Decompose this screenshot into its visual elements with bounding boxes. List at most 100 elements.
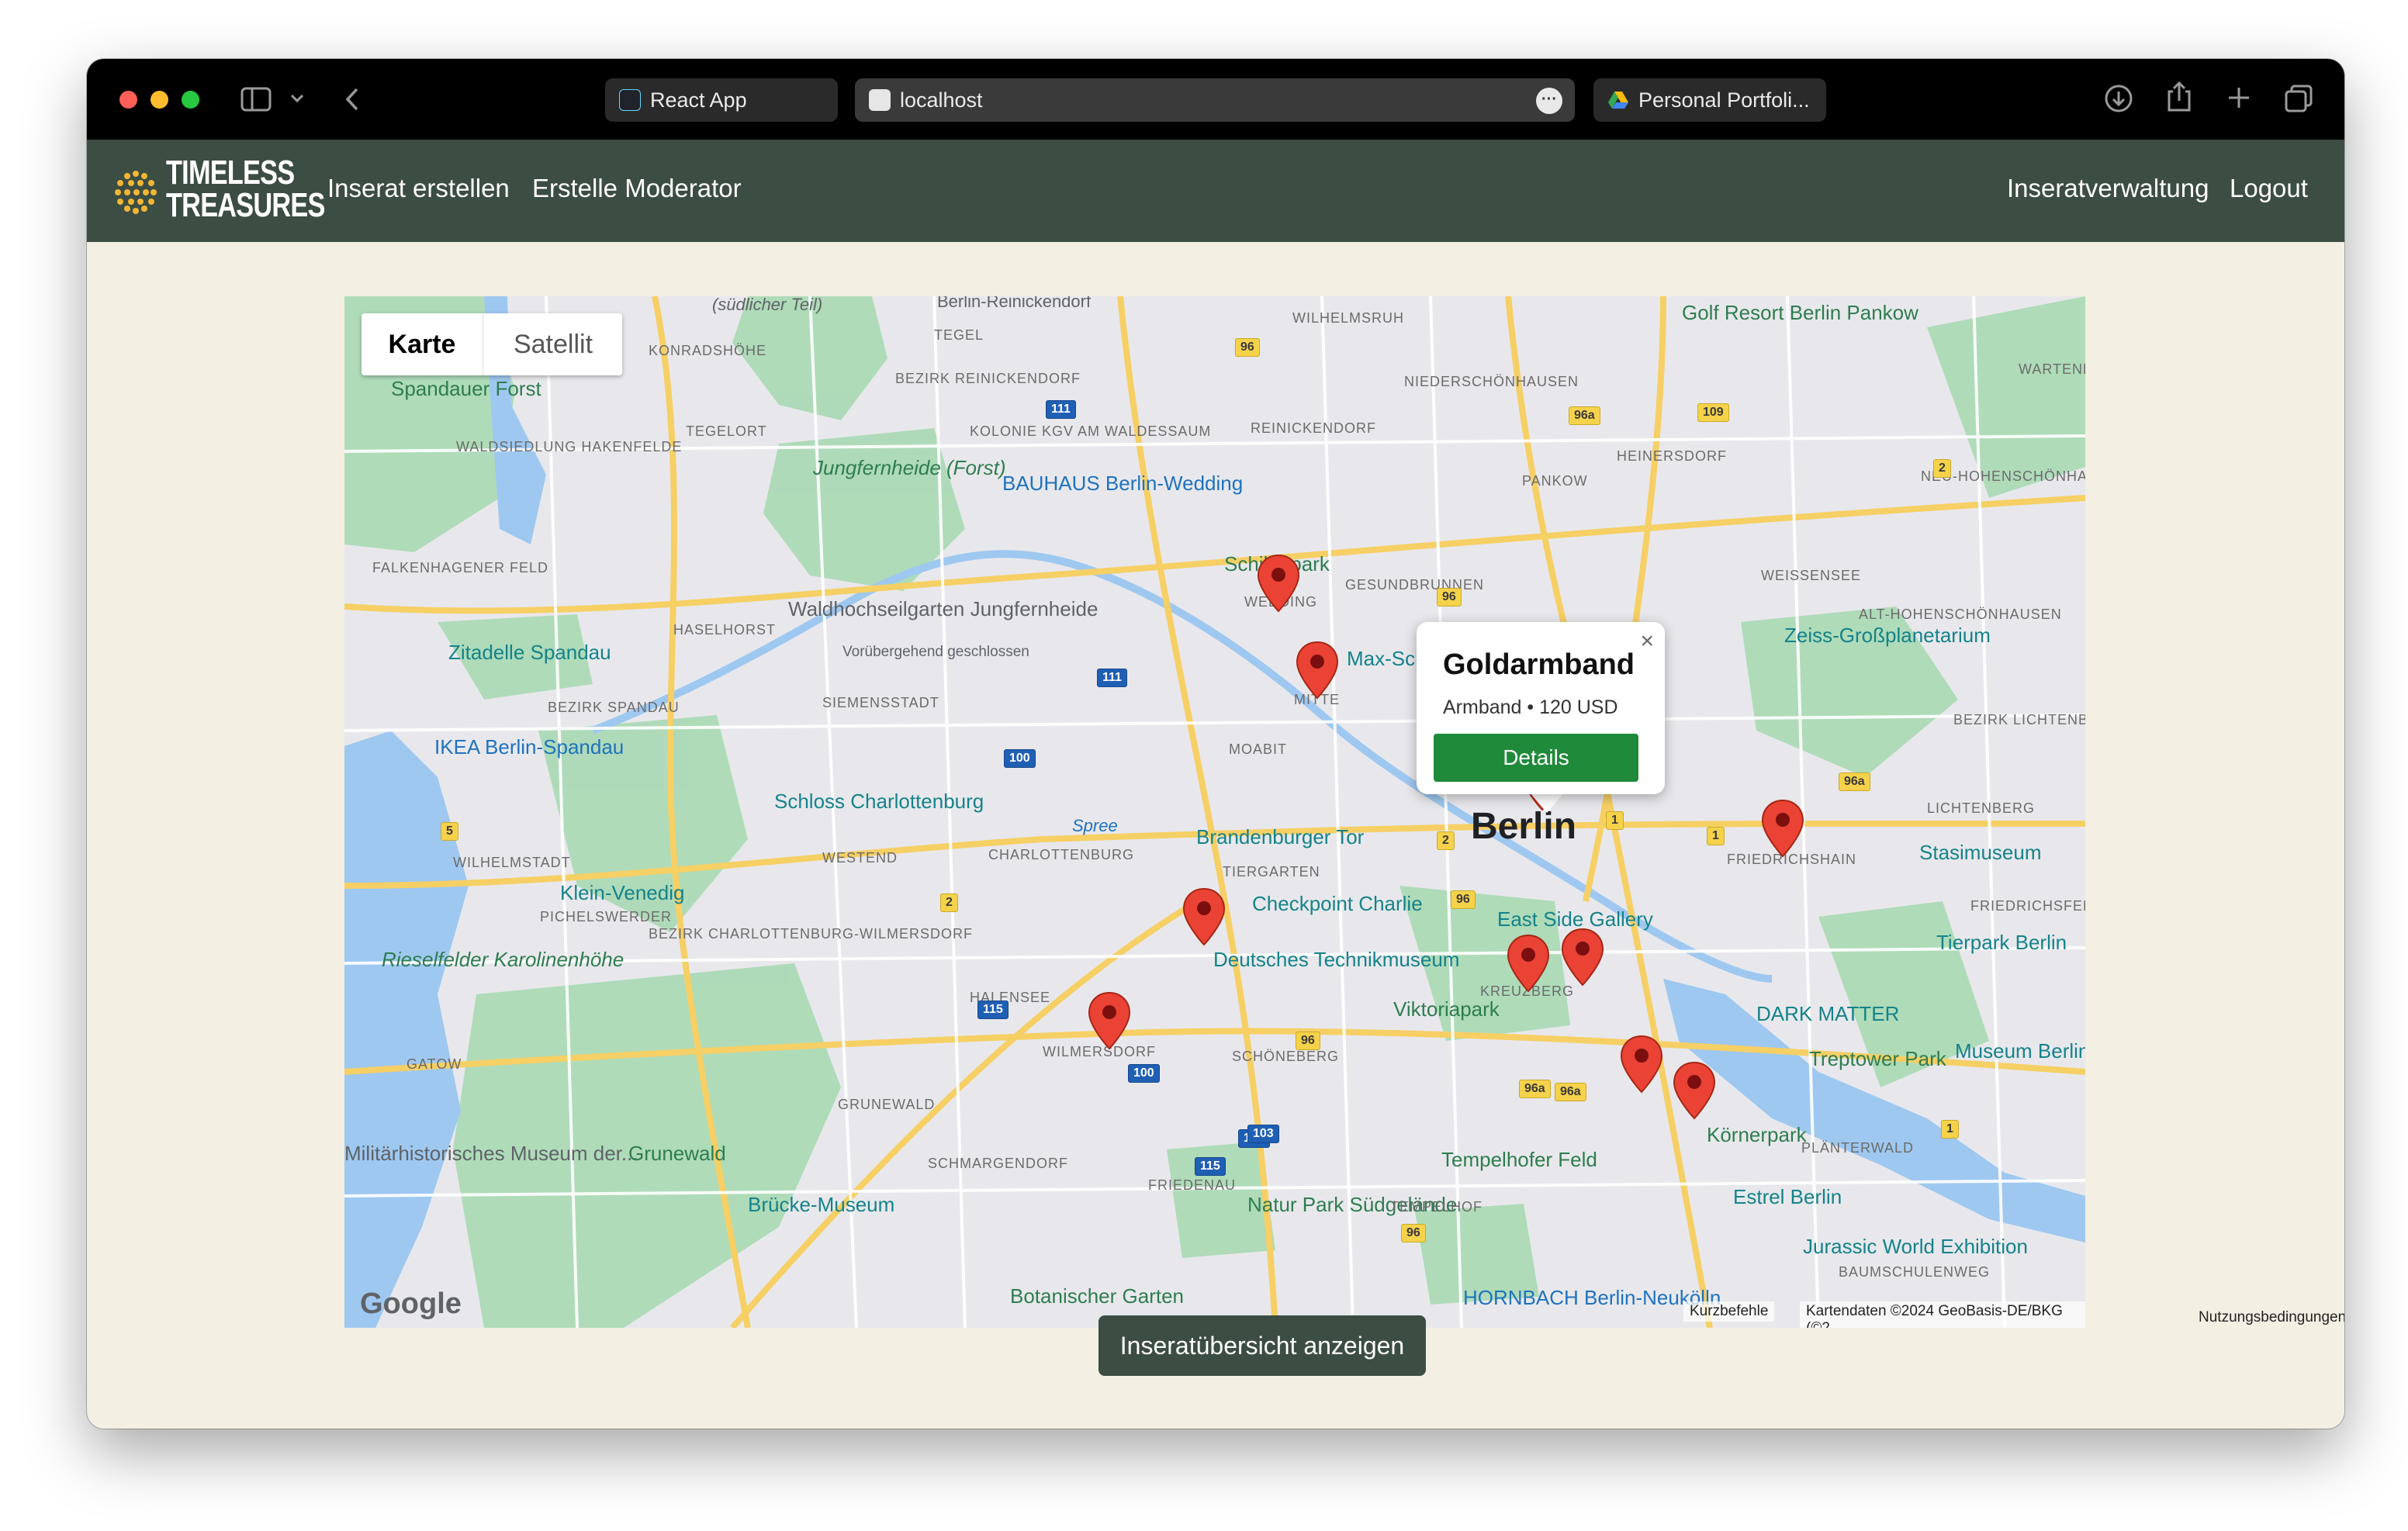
map-marker-pin-icon[interactable] [1620,1035,1663,1094]
google-logo[interactable]: Google [360,1287,462,1321]
browser-toolbar: React App localhost ··· Personal Portfol… [87,59,2344,140]
tab-personal-portfolio[interactable]: Personal Portfoli... [1593,78,1826,122]
route-shield: 111 [1097,669,1127,687]
map-label: Spandauer Forst [391,377,541,400]
map-marker-pin-icon[interactable] [1761,799,1804,858]
map-label: Brandenburger Tor [1196,825,1365,848]
map-label: Zeiss-Großplanetarium [1784,624,1991,647]
logo-line-1: TIMELESS [166,154,295,192]
nav-inserat-erstellen[interactable]: Inserat erstellen [327,174,510,203]
share-icon[interactable] [2166,81,2192,113]
map-label: TIERGARTEN [1223,864,1320,880]
route-shield: 96a [1569,406,1600,425]
map-label: HORNBACH Berlin-Neukölln [1463,1286,1721,1309]
more-options-icon[interactable]: ··· [1536,88,1562,114]
details-button[interactable]: Details [1434,734,1638,782]
map-label: Botanischer Garten [1010,1284,1185,1308]
map-label: Treptower Park [1809,1047,1946,1070]
map-label: CHARLOTTENBURG [988,847,1135,862]
download-icon[interactable] [2104,84,2133,113]
map-label: PLÄNTERWALD [1801,1140,1915,1156]
map-label: Vorübergehend geschlossen [842,644,1029,660]
route-shield: 111 [1046,400,1076,419]
chevron-down-icon[interactable] [290,93,304,104]
map-label: REINICKENDORF [1251,420,1377,436]
tab-react-app[interactable]: React App [605,78,838,122]
map-marker-pin-icon[interactable] [1673,1061,1716,1120]
map-label: FRIEDENAU [1148,1177,1237,1193]
route-shield: 115 [1195,1157,1226,1176]
sidebar-toggle-icon[interactable] [240,87,272,112]
favicon-placeholder-icon [869,89,891,111]
map-label: Estrel Berlin [1733,1185,1842,1208]
logo-wordmark[interactable]: TIMELESS TREASURES [166,154,325,223]
map-marker-pin-icon[interactable] [1507,934,1550,993]
map-label: HASELHORST [673,622,777,638]
route-shield: 96a [1555,1083,1586,1101]
map-label: MOABIT [1229,741,1288,757]
map-label: LICHTENBERG [1927,800,2036,816]
map-label: HEINERSDORF [1617,448,1728,464]
close-window-button[interactable] [119,91,137,109]
map-marker-pin-icon[interactable] [1296,641,1339,700]
tab-overview-icon[interactable] [2284,84,2313,113]
map-label: Spree [1072,816,1118,835]
map-type-toggle: Karte Satellit [362,313,622,375]
map-label: Grunewald [628,1142,726,1165]
tab-title: React App [650,88,747,112]
map-label: Checkpoint Charlie [1252,892,1423,915]
route-shield: 96a [1839,772,1870,791]
map-label: Jurassic World Exhibition [1803,1235,2028,1258]
map-label: PANKOW [1522,473,1588,489]
map-type-satellite-button[interactable]: Satellit [483,313,623,375]
map-label: SCHÖNEBERG [1232,1049,1340,1064]
map-label: GATOW [407,1056,462,1072]
terms-of-use-link[interactable]: Nutzungsbedingungen [2199,1309,2344,1326]
map-marker-pin-icon[interactable] [1182,887,1226,946]
map-label: Zitadelle Spandau [448,641,611,664]
map-label: WALDSIEDLUNG HAKENFELDE [456,439,683,454]
map-label: BEZIRK LICHTENBERG [1953,712,2085,727]
map-label: Rieselfelder Karolinenhöhe [382,948,624,971]
map-label: BEZIRK SPANDAU [548,700,680,715]
nav-logout[interactable]: Logout [2230,174,2308,203]
map-label: GESUNDBRUNNEN [1345,577,1485,593]
map-label: KOLONIE KGV AM WALDESSAUM [970,423,1212,439]
route-shield: 96 [1437,588,1462,607]
map-marker-pin-icon[interactable] [1561,928,1604,987]
nav-inseratverwaltung[interactable]: Inseratverwaltung [2007,174,2209,203]
close-icon[interactable]: × [1640,628,1654,655]
map-label: Viktoriapark [1393,997,1500,1021]
map-label: NIEDERSCHÖNHAUSEN [1404,374,1579,389]
map-label: Deutsches Technikmuseum [1213,948,1460,971]
map-label: (südlicher Teil) [712,296,823,314]
tab-title: localhost [900,88,983,112]
new-tab-plus-icon[interactable] [2226,85,2251,110]
logo-icon[interactable] [113,169,158,216]
map-label: Schloss Charlottenburg [774,790,984,813]
keyboard-shortcuts-link[interactable]: Kurzbefehle [1683,1301,1775,1322]
minimize-window-button[interactable] [150,91,168,109]
listing-category-price: Armband • 120 USD [1443,696,1618,718]
route-shield: 96a [1519,1080,1551,1098]
back-arrow-icon[interactable] [343,87,362,112]
map-label: Waldhochseilgarten Jungfernheide [788,597,1098,620]
show-listings-overview-button[interactable]: Inseratübersicht anzeigen [1098,1315,1426,1376]
map-label: BEZIRK REINICKENDORF [895,371,1081,386]
map-label: WEISSENSEE [1761,568,1862,583]
map-label: FRIEDRICHSFELDE [1970,898,2085,914]
nav-erstelle-moderator[interactable]: Erstelle Moderator [532,174,742,203]
map-marker-pin-icon[interactable] [1257,554,1300,613]
route-shield: 1 [1941,1120,1959,1139]
route-shield: 2 [1437,831,1455,850]
zoom-window-button[interactable] [182,91,199,109]
map-canvas[interactable]: Berlin-Reinickendorf (südlicher Teil) TE… [344,296,2085,1328]
map-label: GRUNEWALD [838,1097,936,1112]
route-shield: 2 [940,893,958,912]
tab-localhost[interactable]: localhost ··· [855,78,1575,122]
route-shield: 109 [1697,403,1729,422]
map-marker-pin-icon[interactable] [1088,991,1131,1050]
route-shield: 1 [1606,811,1624,830]
map-label: SCHMARGENDORF [928,1156,1069,1171]
map-type-karte-button[interactable]: Karte [362,313,483,375]
